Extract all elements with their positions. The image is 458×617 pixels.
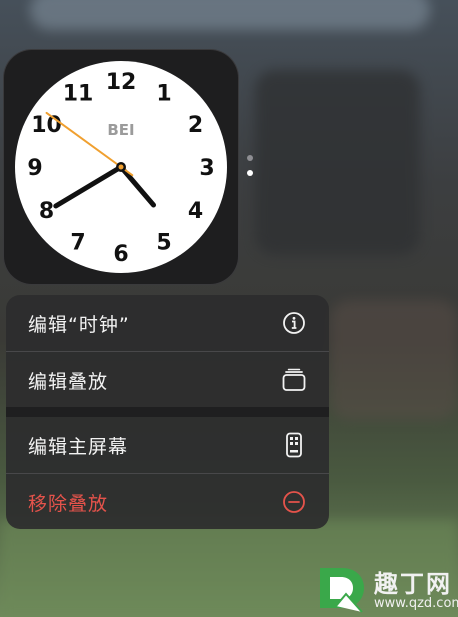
clock-numeral: 9 — [27, 156, 42, 181]
context-menu: 编辑“时钟” 编辑叠放 编辑主屏幕 移除叠放 — [6, 295, 329, 529]
clock-numeral: 6 — [113, 242, 128, 267]
background-blur-top — [30, 0, 430, 30]
clock-numeral: 2 — [188, 113, 203, 138]
watermark-brand: 趣丁网 — [374, 570, 452, 598]
menu-item-label: 编辑叠放 — [28, 370, 109, 393]
watermark-url: www.qzd.com — [374, 596, 458, 611]
stack-icon — [281, 367, 307, 393]
menu-item-label: 移除叠放 — [28, 492, 109, 515]
widget-stack-page-dots — [247, 155, 255, 185]
background-widget-blur — [255, 70, 420, 255]
clock-widget[interactable]: BEI 12 1 2 3 4 5 6 7 8 9 10 11 — [4, 50, 238, 284]
menu-group-separator — [6, 407, 329, 417]
watermark-logo-icon — [320, 568, 364, 613]
info-circle-icon — [281, 310, 307, 336]
clock-face: BEI 12 12 3 45 6 78 9 1011 — [15, 61, 227, 273]
menu-item-label: 编辑“时钟” — [28, 313, 130, 336]
clock-numeral: 4 — [188, 199, 203, 224]
clock-numeral: 3 — [199, 156, 214, 181]
menu-item-edit-clock[interactable]: 编辑“时钟” — [6, 295, 329, 351]
page-dot — [247, 155, 253, 161]
background-icon-blur — [330, 300, 458, 420]
clock-hub-center — [118, 164, 124, 170]
clock-numeral: 7 — [70, 231, 85, 256]
watermark: 趣丁网 www.qzd.com — [312, 560, 458, 615]
clock-numeral: 11 — [63, 82, 94, 107]
menu-item-label: 编辑主屏幕 — [28, 435, 129, 458]
clock-numeral: 12 — [106, 70, 137, 95]
menu-item-edit-stack[interactable]: 编辑叠放 — [6, 352, 329, 408]
clock-numeral: 5 — [156, 231, 171, 256]
clock-numeral: 1 — [156, 82, 171, 107]
page-dot-active — [247, 170, 253, 176]
clock-numeral: 10 — [31, 113, 62, 138]
menu-item-edit-home-screen[interactable]: 编辑主屏幕 — [6, 417, 329, 473]
phone-screen-icon — [281, 432, 307, 458]
menu-item-remove-stack[interactable]: 移除叠放 — [6, 474, 329, 529]
minus-circle-icon — [281, 489, 307, 515]
clock-city-label: BEI — [107, 121, 134, 139]
clock-numeral: 8 — [39, 199, 54, 224]
